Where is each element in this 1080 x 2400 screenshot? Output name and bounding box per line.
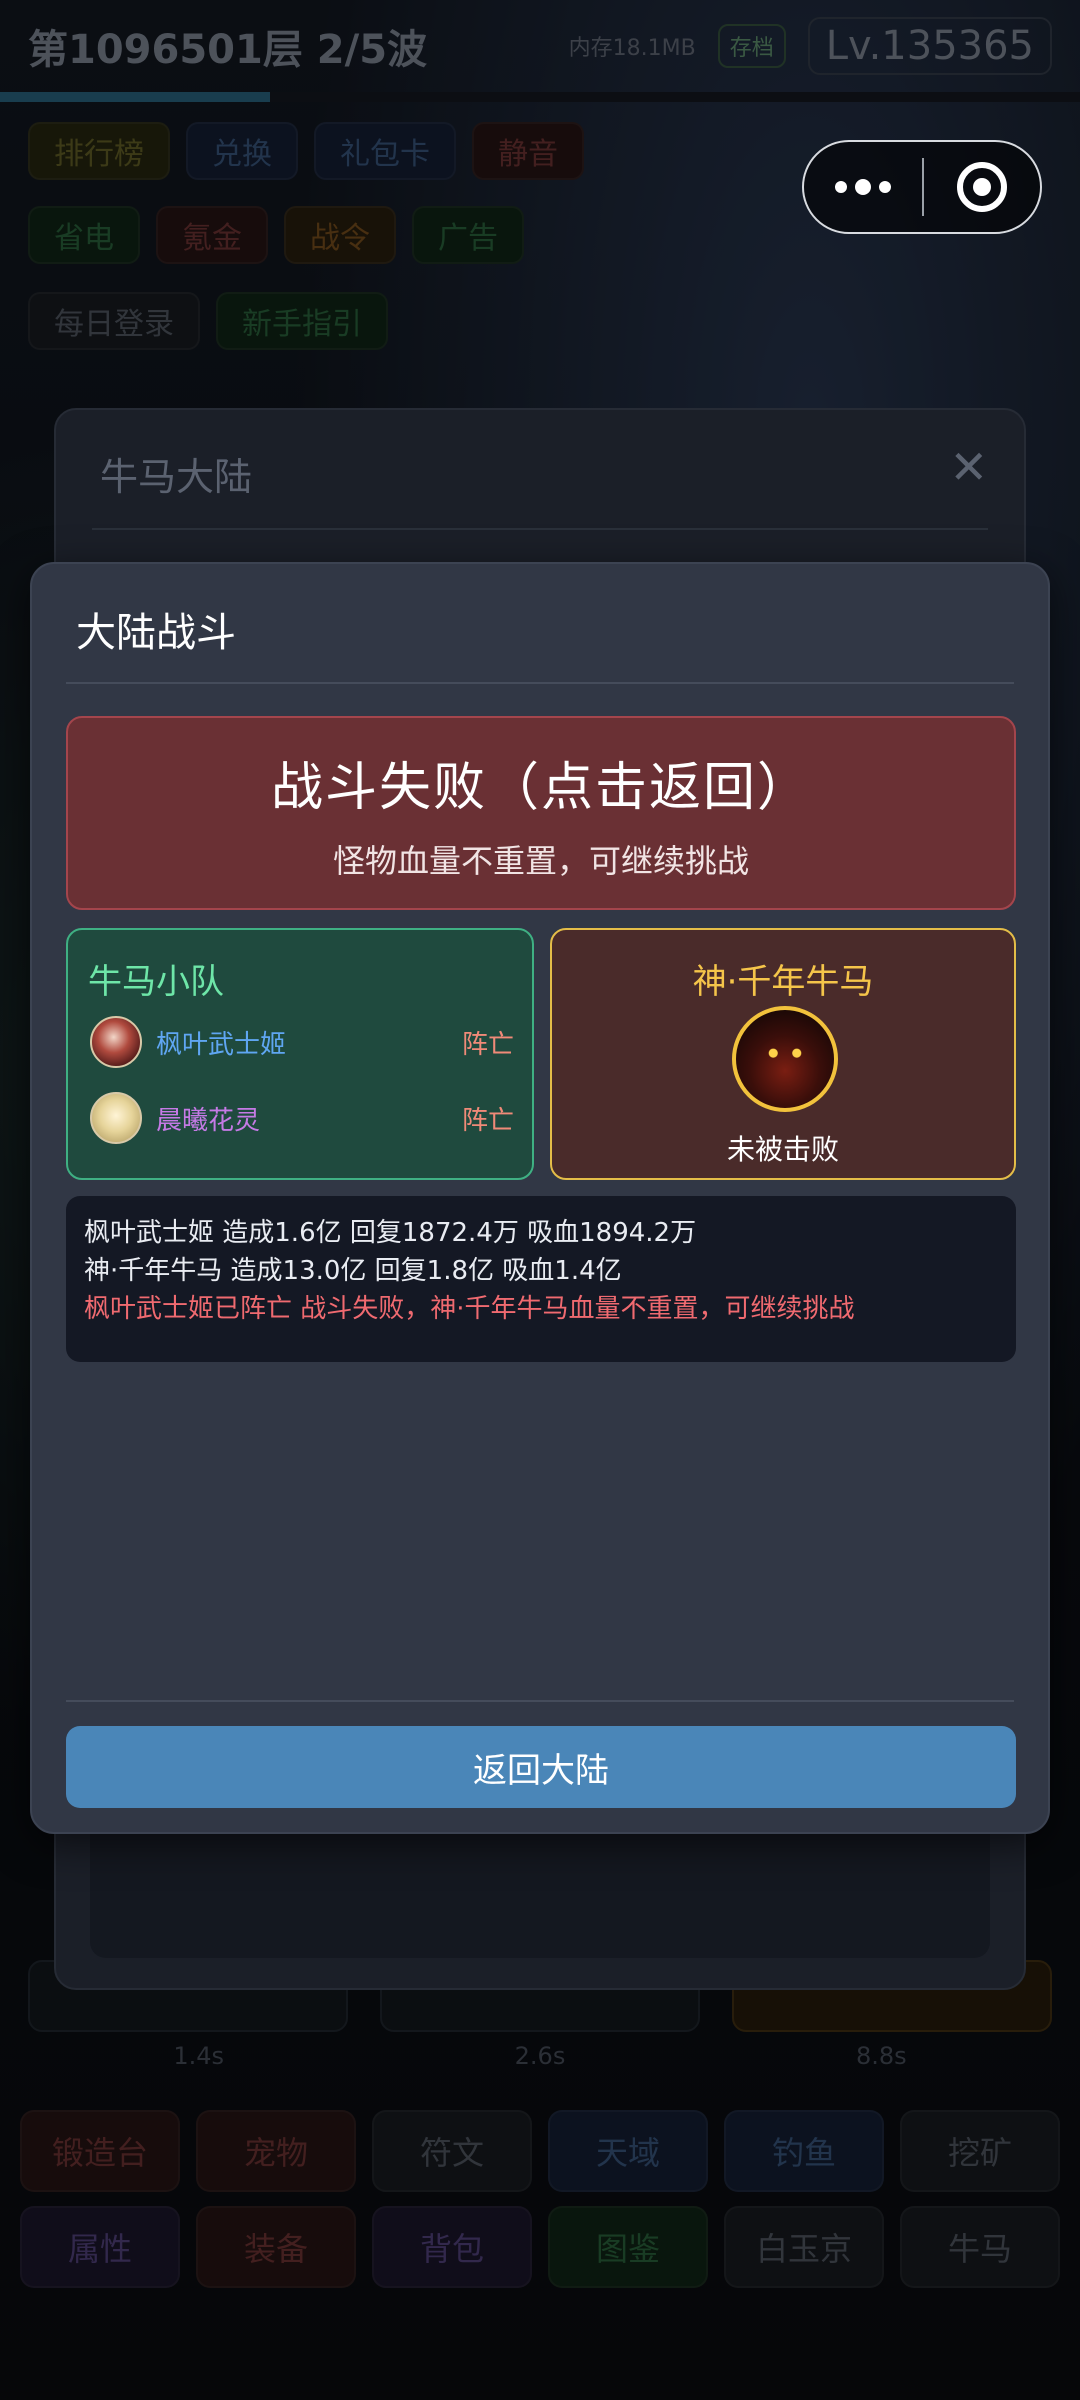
log-line: 枫叶武士姬已阵亡 战斗失败，神·千年牛马血量不重置，可继续挑战 [84,1294,855,1324]
close-miniprogram-icon[interactable] [924,162,1040,212]
team-member: 晨曦花灵 阵亡 [90,1090,514,1146]
battle-log: 枫叶武士姬 造成1.6亿 回复1872.4万 吸血1894.2万 神·千年牛马 … [66,1196,1016,1362]
close-icon[interactable]: ✕ [949,440,988,494]
member-name: 晨曦花灵 [156,1105,261,1136]
boss-name: 神·千年牛马 [692,962,874,1002]
boss-card: 神·千年牛马 未被击败 [550,928,1016,1180]
result-title: 战斗失败（点击返回） [270,757,811,818]
team-member: 枫叶武士姬 阵亡 [90,1014,514,1070]
member-status: 阵亡 [461,1029,514,1060]
log-line: 枫叶武士姬 造成1.6亿 回复1872.4万 吸血1894.2万 [84,1218,697,1248]
member-name: 枫叶武士姬 [156,1029,287,1060]
boss-state: 未被击败 [726,1133,839,1166]
boss-avatar [732,1006,838,1112]
divider [92,528,988,530]
member-status: 阵亡 [461,1105,514,1136]
return-to-continent-button[interactable]: 返回大陆 [66,1726,1016,1808]
result-subtitle: 怪物血量不重置，可继续挑战 [332,841,749,880]
divider [66,1700,1014,1702]
log-line: 神·千年牛马 造成13.0亿 回复1.8亿 吸血1.4亿 [84,1256,622,1286]
battle-modal-title: 大陆战斗 [76,610,236,656]
avatar [90,1092,142,1144]
team-card: 牛马小队 枫叶武士姬 阵亡 晨曦花灵 阵亡 [66,928,534,1180]
miniprogram-capsule [802,140,1042,234]
battle-modal: 大陆战斗 战斗失败（点击返回） 怪物血量不重置，可继续挑战 牛马小队 枫叶武士姬… [30,562,1050,1834]
divider [66,682,1014,684]
avatar [90,1016,142,1068]
team-title: 牛马小队 [88,962,224,1002]
more-menu-icon[interactable] [804,179,922,195]
continent-modal-title: 牛马大陆 [100,455,253,499]
battle-result-banner[interactable]: 战斗失败（点击返回） 怪物血量不重置，可继续挑战 [66,716,1016,910]
